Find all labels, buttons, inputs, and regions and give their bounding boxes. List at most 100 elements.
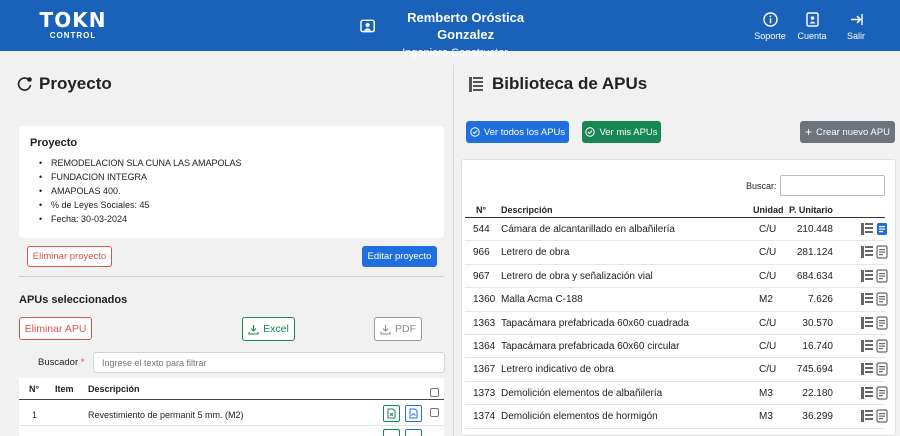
details-icon[interactable] bbox=[860, 292, 874, 306]
delete-project-button[interactable]: Eliminar proyecto bbox=[27, 246, 112, 267]
row-desc: Demolición elementos de hormigón bbox=[501, 411, 658, 423]
details-icon[interactable] bbox=[860, 269, 874, 283]
add-to-project-icon[interactable] bbox=[875, 315, 889, 330]
details-icon[interactable] bbox=[860, 386, 874, 400]
edit-project-button[interactable]: Editar proyecto bbox=[362, 246, 437, 267]
table-row[interactable]: 1373 Demolición elementos de albañilería… bbox=[465, 382, 888, 406]
pane-divider bbox=[453, 65, 454, 436]
logo[interactable]: TOKN CONTROL bbox=[38, 9, 108, 41]
library-search-label: Buscar: bbox=[746, 181, 777, 191]
project-icon bbox=[17, 77, 32, 91]
view-mine-label: Ver mis APUs bbox=[599, 126, 658, 138]
table-row[interactable]: 1367 Letrero indicativo de obra C/U 745.… bbox=[465, 358, 888, 382]
filter-label: Buscador * bbox=[38, 357, 85, 368]
table-row[interactable]: 1360 Malla Acma C-188 M2 7.626 bbox=[465, 288, 888, 312]
library-icon bbox=[469, 76, 483, 92]
row-price: 36.299 bbox=[802, 411, 833, 423]
table-row: 1 Revestimiento de permanit 5 mm. (M2) bbox=[19, 402, 444, 426]
row-price: 30.570 bbox=[802, 317, 833, 329]
view-all-apus-button[interactable]: Ver todos los APUs bbox=[466, 121, 569, 143]
row-price: 210.448 bbox=[796, 224, 833, 235]
project-card-title: Proyecto bbox=[30, 137, 78, 149]
details-icon[interactable] bbox=[860, 245, 874, 259]
project-section-title: Proyecto bbox=[17, 74, 112, 94]
nav-cuenta-label: Cuenta bbox=[797, 31, 827, 41]
select-all-checkbox[interactable] bbox=[430, 388, 439, 397]
table-row[interactable]: 967 Letrero de obra y señalización vial … bbox=[465, 265, 888, 289]
row-n: 967 bbox=[473, 270, 490, 282]
project-detail-item: AMAPOLAS 400. bbox=[39, 184, 242, 198]
add-to-project-icon[interactable] bbox=[875, 292, 889, 306]
col-n: N° bbox=[29, 384, 40, 394]
excel-export-button[interactable]: Excel bbox=[242, 317, 295, 341]
download-icon bbox=[380, 324, 391, 335]
logo-subtext: CONTROL bbox=[49, 31, 97, 40]
view-my-apus-button[interactable]: Ver mis APUs bbox=[582, 121, 661, 143]
table-row[interactable]: 966 Letrero de obra C/U 281.124 bbox=[465, 241, 888, 265]
nav-cuenta-button[interactable]: Cuenta bbox=[790, 12, 834, 41]
project-detail-item: FUNDACION INTEGRA bbox=[39, 170, 242, 184]
row-price: 745.694 bbox=[796, 364, 833, 376]
add-to-project-icon[interactable] bbox=[875, 245, 889, 259]
details-icon[interactable] bbox=[860, 362, 874, 376]
col-n: N° bbox=[476, 205, 487, 215]
pdf-export-button[interactable]: PDF bbox=[374, 317, 422, 341]
row-n: 1 bbox=[32, 410, 38, 420]
table-row[interactable]: 1363 Tapacámara prefabricada 60x60 cuadr… bbox=[465, 312, 888, 335]
account-icon bbox=[805, 12, 819, 27]
user-role: Ingeniero Constructor bbox=[402, 47, 508, 59]
add-to-project-icon[interactable] bbox=[875, 409, 889, 423]
row-price: 684.634 bbox=[796, 270, 833, 282]
table-row[interactable]: 1374 Demolición elementos de hormigón M3… bbox=[465, 405, 888, 429]
logout-icon bbox=[850, 14, 863, 25]
add-to-project-icon[interactable] bbox=[875, 222, 889, 236]
table-row[interactable]: 1364 Tapacámara prefabricada 60x60 circu… bbox=[465, 335, 888, 359]
section-divider bbox=[19, 276, 444, 277]
row-desc: Revestimiento de permanit 5 mm. (M2) bbox=[88, 410, 244, 420]
details-icon[interactable] bbox=[860, 339, 874, 353]
create-apu-button[interactable]: + Crear nuevo APU bbox=[800, 121, 895, 143]
selected-apus-table: N° Item Descripción 1 Revestimiento de p… bbox=[19, 378, 444, 436]
user-name: Remberto Oróstica Gonzalez bbox=[407, 10, 525, 42]
nav-salir-button[interactable]: Salir bbox=[834, 12, 878, 41]
row-unit: C/U bbox=[759, 340, 777, 352]
details-icon[interactable] bbox=[860, 316, 874, 330]
project-details: REMODELACION SLA CUNA LAS AMAPOLAS FUNDA… bbox=[39, 156, 242, 226]
project-detail-item: REMODELACION SLA CUNA LAS AMAPOLAS bbox=[39, 156, 242, 170]
check-circle-icon bbox=[470, 127, 480, 137]
excel-row-button[interactable] bbox=[383, 429, 400, 436]
excel-label: Excel bbox=[263, 323, 289, 335]
row-checkbox[interactable] bbox=[430, 408, 439, 417]
filter-input[interactable] bbox=[93, 352, 445, 373]
project-card: Proyecto REMODELACION SLA CUNA LAS AMAPO… bbox=[19, 126, 444, 238]
col-price: P. Unitario bbox=[789, 205, 833, 215]
add-to-project-icon[interactable] bbox=[875, 362, 889, 376]
col-unit: Unidad bbox=[753, 205, 784, 215]
row-desc: Letrero indicativo de obra bbox=[501, 364, 614, 376]
delete-apu-button[interactable]: Eliminar APU bbox=[19, 317, 92, 340]
required-mark: * bbox=[80, 357, 85, 368]
table-row[interactable]: 544 Cámara de alcantarillado en albañile… bbox=[465, 218, 887, 242]
pdf-label: PDF bbox=[395, 323, 416, 335]
row-n: 1374 bbox=[473, 411, 496, 423]
library-search-input[interactable] bbox=[780, 175, 885, 196]
excel-row-button[interactable] bbox=[383, 405, 400, 422]
pdf-row-button[interactable] bbox=[405, 405, 422, 422]
row-desc: Malla Acma C-188 bbox=[501, 294, 583, 306]
add-to-project-icon[interactable] bbox=[875, 269, 889, 283]
info-icon bbox=[762, 12, 778, 27]
row-desc: Cámara de alcantarillado en albañilería bbox=[501, 224, 675, 235]
logo-text: TOKN bbox=[39, 8, 107, 32]
library-table-header: N° Descripción Unidad P. Unitario bbox=[465, 201, 885, 218]
nav-soporte-label: Soporte bbox=[754, 31, 786, 41]
pdf-row-button[interactable] bbox=[405, 429, 422, 436]
check-circle-icon bbox=[585, 127, 596, 137]
details-icon[interactable] bbox=[860, 409, 874, 423]
row-desc: Demolición elementos de albañilería bbox=[501, 387, 663, 399]
details-icon[interactable] bbox=[860, 222, 874, 236]
add-to-project-icon[interactable] bbox=[875, 339, 889, 353]
download-icon bbox=[248, 324, 259, 335]
row-n: 1367 bbox=[473, 364, 496, 376]
nav-soporte-button[interactable]: Soporte bbox=[748, 12, 792, 41]
add-to-project-icon[interactable] bbox=[875, 386, 889, 400]
